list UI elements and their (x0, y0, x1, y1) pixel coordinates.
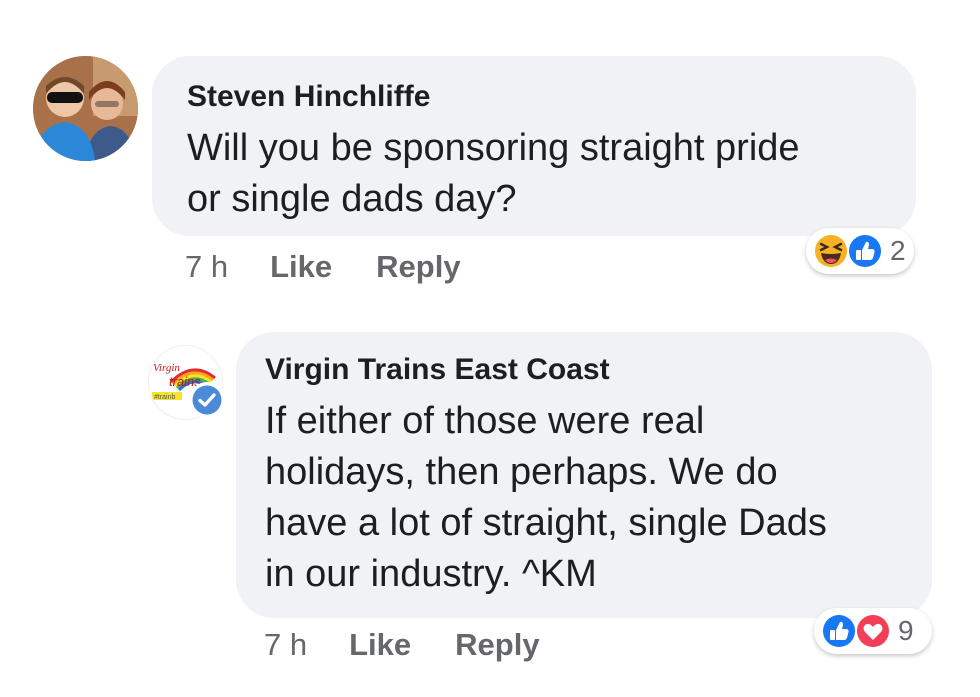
love-icon (855, 613, 891, 649)
like-icon (821, 613, 857, 649)
comment-actions: 7 h Like Reply (185, 249, 505, 285)
like-button[interactable]: Like (270, 249, 332, 284)
comment-text: If either of those were real holidays, t… (265, 400, 827, 595)
reaction-count: 2 (890, 235, 906, 266)
profile-photo-icon (33, 56, 138, 161)
svg-text:#trainb: #trainb (154, 394, 176, 401)
svg-text:Virgin: Virgin (153, 362, 180, 374)
reaction-summary[interactable]: 9 (814, 608, 932, 654)
comment-actions: 7 h Like Reply (264, 627, 584, 663)
like-button[interactable]: Like (349, 627, 411, 662)
comment-timestamp[interactable]: 7 h (264, 627, 307, 662)
comment-text: Will you be sponsoring straight pride or… (187, 127, 800, 220)
comment-author[interactable]: Steven Hinchliffe (187, 80, 430, 114)
reaction-summary[interactable]: 2 (806, 228, 914, 274)
haha-icon (813, 233, 849, 269)
commenter-avatar[interactable] (33, 56, 138, 161)
like-icon (847, 233, 883, 269)
reply-button[interactable]: Reply (455, 627, 539, 662)
verified-badge-icon (189, 382, 225, 418)
reply-button[interactable]: Reply (376, 249, 460, 284)
comment-timestamp[interactable]: 7 h (185, 249, 228, 284)
reaction-count: 9 (898, 615, 914, 646)
comment-author[interactable]: Virgin Trains East Coast (265, 353, 610, 387)
